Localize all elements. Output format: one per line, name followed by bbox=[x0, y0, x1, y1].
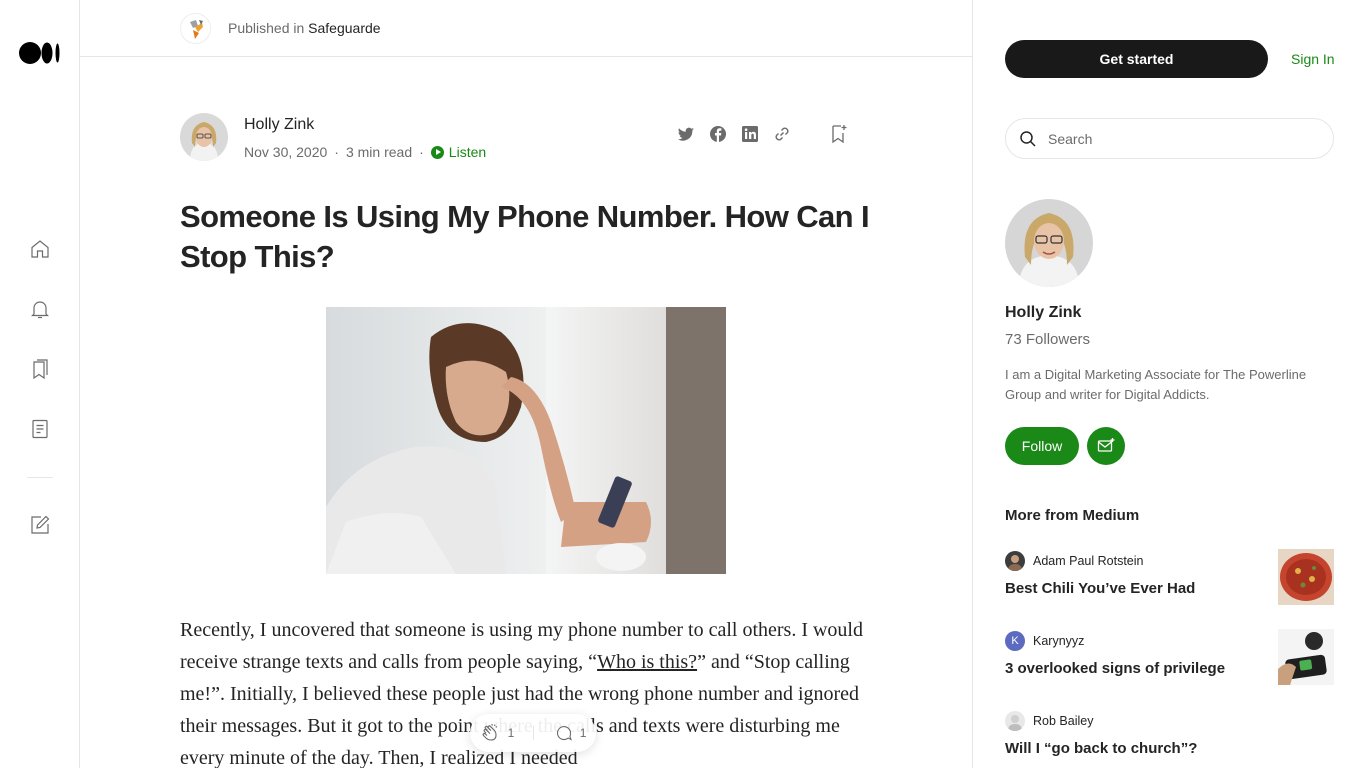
read-time: 3 min read bbox=[345, 144, 413, 160]
clap-count: 1 bbox=[507, 726, 515, 740]
article-column: Published in Safeguarde Holly Zink Nov 3… bbox=[80, 0, 973, 768]
more-from-medium-heading: More from Medium bbox=[1005, 507, 1140, 524]
author-bio: I am a Digital Marketing Associate for T… bbox=[1005, 367, 1307, 402]
who-is-this-link[interactable]: Who is this? bbox=[597, 651, 697, 673]
bookmark-add-icon[interactable] bbox=[828, 123, 850, 145]
action-separator bbox=[533, 726, 535, 740]
rec-author-avatar: K bbox=[1005, 631, 1025, 651]
rec-story-title: 3 overlooked signs of privilege bbox=[1005, 660, 1226, 677]
rec-story-thumbnail bbox=[1278, 629, 1334, 685]
write-icon[interactable] bbox=[28, 513, 52, 537]
rec-story-title: Best Chili You’ve Ever Had bbox=[1005, 580, 1196, 597]
search-input[interactable] bbox=[1048, 130, 1308, 147]
response-count: 1 bbox=[579, 726, 587, 740]
right-sidebar: Get started Sign In Holly Zink 73 Follow… bbox=[973, 0, 1366, 768]
recommended-story[interactable]: Adam Paul Rotstein Best Chili You’ve Eve… bbox=[1005, 549, 1335, 607]
publish-date: Nov 30, 2020 bbox=[244, 144, 328, 160]
clap-button[interactable]: 1 bbox=[480, 722, 515, 744]
recommended-story[interactable]: Rob Bailey Will I “go back to church”? bbox=[1005, 711, 1335, 767]
publication-logo[interactable] bbox=[180, 13, 211, 44]
bookmarks-icon[interactable] bbox=[28, 357, 52, 381]
copy-link-icon[interactable] bbox=[772, 124, 792, 144]
rec-author-row: Rob Bailey bbox=[1005, 711, 1093, 731]
facebook-icon[interactable] bbox=[708, 124, 728, 144]
meta-separator: · bbox=[419, 144, 424, 160]
play-icon bbox=[430, 145, 444, 159]
rail-divider bbox=[27, 477, 53, 478]
rec-author-avatar bbox=[1005, 551, 1025, 571]
publication-prefix: Published in bbox=[228, 20, 305, 36]
follow-button[interactable]: Follow bbox=[1005, 427, 1079, 465]
floating-action-bar: 1 1 bbox=[470, 714, 596, 752]
search-box[interactable] bbox=[1005, 118, 1334, 159]
rec-author-name: Rob Bailey bbox=[1033, 714, 1094, 728]
share-icons bbox=[676, 124, 792, 144]
rec-author-row: Adam Paul Rotstein bbox=[1005, 551, 1143, 571]
author-name-link[interactable]: Holly Zink bbox=[244, 116, 314, 134]
medium-logo-icon[interactable] bbox=[19, 42, 61, 64]
follower-count[interactable]: 73 Followers bbox=[1005, 331, 1090, 348]
get-started-button[interactable]: Get started bbox=[1005, 40, 1268, 78]
responses-button[interactable]: 1 bbox=[554, 723, 587, 743]
sign-in-link[interactable]: Sign In bbox=[1291, 51, 1335, 67]
stories-icon[interactable] bbox=[28, 417, 52, 441]
notifications-bell-icon[interactable] bbox=[28, 297, 52, 321]
hero-image bbox=[326, 307, 726, 574]
safeguarde-logo-icon bbox=[190, 20, 203, 39]
recommended-story[interactable]: K Karynyyz 3 overlooked signs of privile… bbox=[1005, 629, 1335, 687]
listen-label: Listen bbox=[448, 144, 487, 160]
rec-author-row: K Karynyyz bbox=[1005, 631, 1084, 651]
profile-name[interactable]: Holly Zink bbox=[1005, 304, 1081, 322]
author-avatar[interactable] bbox=[180, 113, 228, 161]
rec-author-name: Karynyyz bbox=[1033, 634, 1085, 648]
rec-story-title: Will I “go back to church”? bbox=[1005, 740, 1198, 757]
left-navigation-rail bbox=[0, 0, 80, 768]
home-icon[interactable] bbox=[28, 237, 52, 261]
publication-credit: Published in Safeguarde bbox=[228, 20, 381, 36]
article-meta: Nov 30, 2020 · 3 min read · Listen bbox=[244, 144, 486, 160]
rec-story-thumbnail bbox=[1278, 549, 1334, 605]
article-title: Someone Is Using My Phone Number. How Ca… bbox=[180, 199, 870, 274]
publication-name-link[interactable]: Safeguarde bbox=[308, 20, 380, 36]
profile-avatar[interactable] bbox=[1005, 199, 1093, 287]
publication-bar: Published in Safeguarde bbox=[80, 0, 972, 57]
rec-author-avatar bbox=[1005, 711, 1025, 731]
twitter-icon[interactable] bbox=[676, 124, 696, 144]
linkedin-icon[interactable] bbox=[740, 124, 760, 144]
meta-separator: · bbox=[334, 144, 339, 160]
rec-author-name: Adam Paul Rotstein bbox=[1033, 554, 1144, 568]
comment-icon bbox=[556, 725, 572, 741]
mail-plus-icon bbox=[1097, 438, 1115, 452]
listen-button[interactable]: Listen bbox=[430, 144, 487, 160]
search-icon bbox=[1020, 130, 1036, 147]
subscribe-email-button[interactable] bbox=[1087, 427, 1125, 465]
clap-icon bbox=[482, 723, 497, 741]
